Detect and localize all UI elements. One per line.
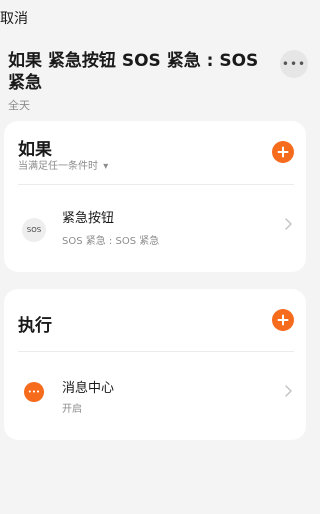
- sos-button-icon: SOS: [22, 218, 46, 242]
- add-action-button[interactable]: [272, 309, 294, 331]
- more-dots-icon: •••: [281, 57, 307, 71]
- schedule-subtitle: 全天: [8, 99, 30, 112]
- page-title: 如果 紧急按钮 SOS 紧急 : SOS 紧急: [8, 51, 259, 93]
- add-condition-button[interactable]: [272, 141, 294, 163]
- condition-card: 如果 当满足任一条件时 ▾ SOS 紧急按钮 SOS 紧急 : SOS 紧急: [4, 121, 306, 272]
- action-item-title: 消息中心: [62, 381, 115, 396]
- chevron-right-icon: [285, 385, 292, 397]
- action-title: 执行: [18, 316, 52, 336]
- divider: [18, 184, 294, 185]
- message-bubble-icon: •••: [24, 382, 44, 402]
- plus-icon: [277, 146, 289, 158]
- action-item-subtitle: 开启: [62, 404, 82, 415]
- chevron-right-icon: [285, 218, 292, 230]
- divider: [18, 351, 294, 352]
- action-card: 执行 ••• 消息中心 开启: [4, 289, 306, 440]
- condition-item-title: 紧急按钮: [62, 211, 115, 226]
- chevron-down-icon: ▾: [103, 161, 109, 172]
- condition-item-subtitle: SOS 紧急 : SOS 紧急: [62, 236, 160, 247]
- more-options-button[interactable]: •••: [280, 50, 308, 78]
- plus-icon: [277, 314, 289, 326]
- condition-mode-label: 当满足任一条件时: [18, 161, 98, 172]
- condition-mode-selector[interactable]: 当满足任一条件时 ▾: [18, 157, 108, 172]
- cancel-button[interactable]: 取消: [0, 8, 28, 28]
